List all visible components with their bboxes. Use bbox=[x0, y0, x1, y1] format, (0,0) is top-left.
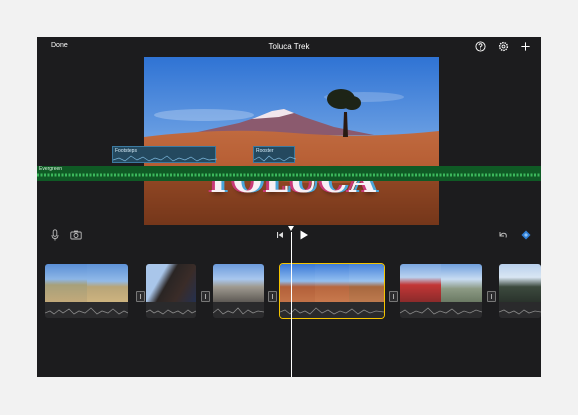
audio-waveform bbox=[400, 302, 482, 318]
audio-waveform bbox=[499, 302, 541, 318]
video-preview[interactable]: TOLUCA bbox=[144, 57, 439, 225]
video-clip-selected[interactable] bbox=[279, 263, 385, 319]
playhead[interactable] bbox=[291, 232, 292, 377]
music-track[interactable]: Evergreen bbox=[37, 166, 541, 181]
audio-waveform bbox=[37, 173, 541, 177]
sound-effect-clip[interactable]: Rooster bbox=[253, 146, 296, 163]
undo-icon[interactable] bbox=[498, 229, 508, 241]
imovie-window: Done Toluca Trek TOLUCA Footsteps Rooste… bbox=[37, 37, 541, 377]
audio-waveform bbox=[45, 302, 128, 318]
transition-button[interactable] bbox=[389, 291, 398, 302]
audio-waveform bbox=[113, 155, 217, 162]
playhead-handle[interactable] bbox=[288, 226, 294, 231]
clip-thumbnails bbox=[400, 264, 482, 302]
clip-thumbnails bbox=[499, 264, 541, 302]
clip-thumbnails bbox=[280, 264, 384, 302]
play-icon[interactable] bbox=[299, 229, 309, 241]
audio-waveform bbox=[146, 302, 196, 318]
gear-icon[interactable] bbox=[498, 41, 509, 52]
transition-button[interactable] bbox=[136, 291, 145, 302]
help-circle-icon[interactable] bbox=[475, 41, 486, 52]
audio-waveform bbox=[254, 155, 296, 162]
timeline[interactable] bbox=[37, 245, 541, 377]
transition-button[interactable] bbox=[268, 291, 277, 302]
transition-button[interactable] bbox=[201, 291, 210, 302]
project-title: Toluca Trek bbox=[268, 42, 310, 51]
skip-to-start-icon[interactable] bbox=[276, 229, 284, 241]
video-clip[interactable] bbox=[146, 264, 196, 318]
video-clip[interactable] bbox=[499, 264, 541, 318]
diamond-icon[interactable] bbox=[520, 229, 532, 241]
clip-thumbnails bbox=[45, 264, 128, 302]
transition-button[interactable] bbox=[487, 291, 496, 302]
video-clip[interactable] bbox=[213, 264, 264, 318]
audio-waveform bbox=[280, 302, 384, 318]
clip-thumbnails bbox=[213, 264, 264, 302]
audio-waveform bbox=[213, 302, 264, 318]
microphone-icon[interactable] bbox=[51, 229, 59, 241]
video-clip[interactable] bbox=[45, 264, 128, 318]
camera-icon[interactable] bbox=[70, 229, 82, 241]
top-toolbar: Done Toluca Trek bbox=[37, 37, 541, 57]
sound-effect-clip[interactable]: Footsteps bbox=[112, 146, 217, 163]
clip-thumbnails bbox=[146, 264, 196, 302]
video-clip[interactable] bbox=[400, 264, 482, 318]
plus-icon[interactable] bbox=[520, 41, 531, 52]
